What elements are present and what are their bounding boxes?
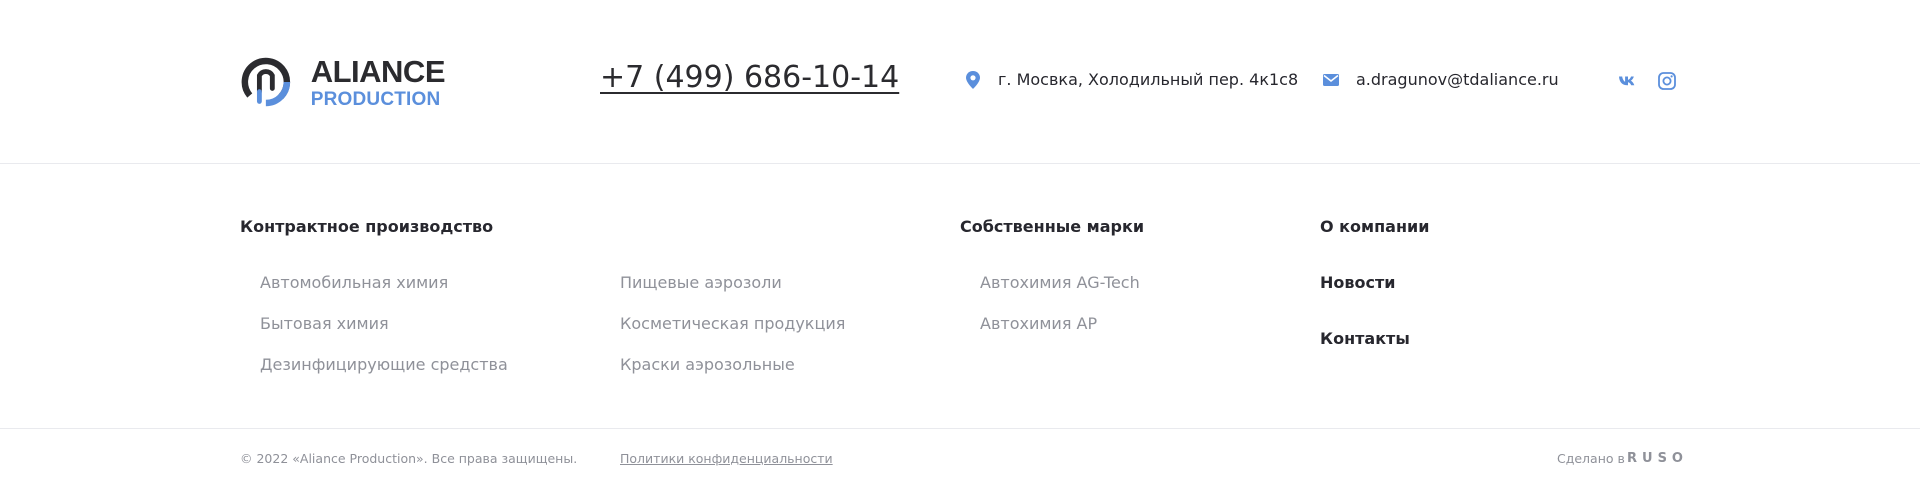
own-brands-title: Собственные марки [960,217,1145,236]
instagram-icon [1658,72,1676,90]
link-about-company[interactable]: О компании [1320,217,1429,236]
address-text: г. Мосвка, Холодильный пер. 4к1с8 [998,70,1299,89]
vk-link[interactable] [1618,71,1638,91]
link-news[interactable]: Новости [1320,273,1395,292]
made-by-label: Сделано в [1557,451,1625,466]
copyright-text: © 2022 «Aliance Production». Все права з… [240,451,578,466]
ruso-logo-link[interactable]: RUSO [1627,451,1688,466]
link-household-chemistry[interactable]: Бытовая химия [260,314,389,333]
link-cosmetics[interactable]: Косметическая продукция [620,314,845,333]
logo-text-secondary: PRODUCTION [310,88,441,110]
link-ap[interactable]: Автохимия AP [980,314,1097,333]
location-pin-icon [966,70,980,89]
site-footer: ALIANCE PRODUCTION +7 (499) 686-10-14 г.… [0,0,1920,488]
phone-link[interactable]: +7 (499) 686-10-14 [600,60,899,95]
footer-top-band: ALIANCE PRODUCTION +7 (499) 686-10-14 г.… [0,0,1920,164]
link-disinfectants[interactable]: Дезинфицирующие средства [260,355,508,374]
link-aerosol-paints[interactable]: Краски аэрозольные [620,355,795,374]
link-auto-chemistry[interactable]: Автомобильная химия [260,273,448,292]
logo-mark-icon [241,57,291,107]
social-links [1618,71,1696,91]
link-contacts[interactable]: Контакты [1320,329,1410,348]
logo-text-primary: ALIANCE [310,53,446,89]
link-ag-tech[interactable]: Автохимия AG-Tech [980,273,1140,292]
vk-icon [1619,76,1635,86]
logo-link[interactable]: ALIANCE PRODUCTION [240,50,446,114]
privacy-policy-link[interactable]: Политики конфиденциальности [620,451,833,466]
instagram-link[interactable] [1657,71,1677,91]
link-food-aerosols[interactable]: Пищевые аэрозоли [620,273,782,292]
mail-icon [1323,73,1339,86]
bottom-divider [0,428,1920,429]
contract-production-title: Контрактное производство [240,217,494,236]
email-link[interactable]: a.dragunov@tdaliance.ru [1323,70,1559,89]
email-text: a.dragunov@tdaliance.ru [1356,70,1559,89]
address: г. Мосвка, Холодильный пер. 4к1с8 [965,70,1298,89]
